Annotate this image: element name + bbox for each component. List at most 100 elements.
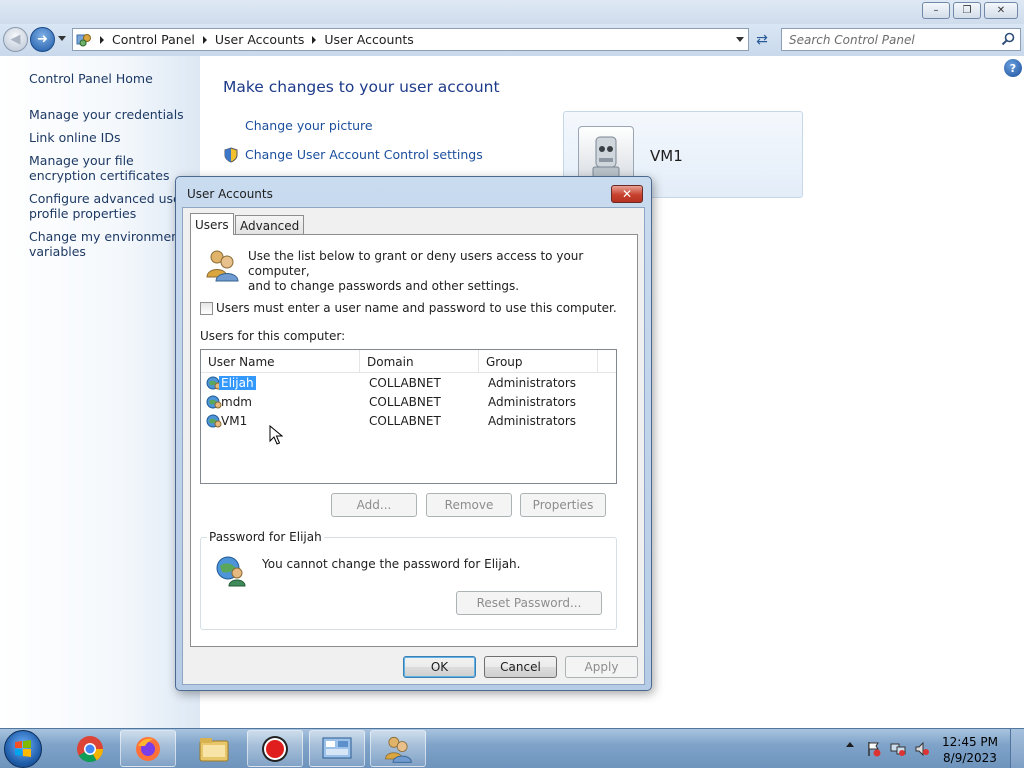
- search-icon[interactable]: [1001, 32, 1015, 46]
- intro-line-1: Use the list below to grant or deny user…: [248, 249, 584, 278]
- chrome-icon: [77, 735, 104, 762]
- taskbar-chrome[interactable]: [62, 730, 118, 767]
- users-list-header: User Name Domain Group: [201, 350, 616, 373]
- show-hidden-icons-icon[interactable]: [846, 742, 854, 747]
- address-bar[interactable]: Control Panel User Accounts User Account…: [72, 28, 749, 51]
- table-row[interactable]: VM1 COLLABNET Administrators: [203, 413, 598, 431]
- show-desktop-button[interactable]: [1010, 729, 1024, 768]
- cell-user-name: mdm: [221, 395, 252, 409]
- breadcrumb-separator-icon[interactable]: [202, 35, 207, 44]
- help-icon[interactable]: ?: [1004, 59, 1022, 77]
- robot-avatar-icon: [592, 136, 620, 178]
- clock-date: 8/9/2023: [943, 751, 997, 765]
- navigation-bar: ◀ ➜ Control Panel User Accounts User Acc…: [0, 24, 1024, 56]
- start-button[interactable]: [4, 730, 42, 768]
- taskbar-user-accounts[interactable]: [370, 730, 426, 767]
- remove-user-button[interactable]: Remove: [426, 493, 512, 517]
- sidebar-item-profile-properties[interactable]: Configure advanced user profile properti…: [29, 191, 189, 221]
- cell-group: Administrators: [488, 376, 577, 390]
- record-icon: [262, 735, 288, 762]
- column-domain[interactable]: Domain: [360, 350, 479, 373]
- breadcrumb-separator-icon[interactable]: [312, 35, 317, 44]
- system-clock[interactable]: 12:45 PM 8/9/2023: [942, 734, 998, 766]
- breadcrumb-user-accounts-current[interactable]: User Accounts: [324, 32, 413, 47]
- users-list-label: Users for this computer:: [200, 329, 346, 343]
- cell-user-name: Elijah: [219, 376, 256, 390]
- firefox-icon: [136, 736, 160, 761]
- uac-shield-icon: [224, 147, 238, 163]
- dialog-body: Users Advanced Use the list below to gra…: [182, 207, 645, 685]
- minimize-button[interactable]: –: [922, 2, 950, 19]
- sidebar-item-control-panel-home[interactable]: Control Panel Home: [29, 71, 189, 86]
- refresh-icon[interactable]: ⇄: [752, 30, 772, 50]
- dialog-title: User Accounts: [187, 187, 273, 201]
- explorer-icon: [199, 737, 229, 761]
- reset-password-button[interactable]: Reset Password...: [456, 591, 602, 615]
- cell-group: Administrators: [488, 414, 577, 428]
- domain-user-icon: [216, 556, 246, 587]
- avatar[interactable]: [578, 126, 634, 182]
- user-accounts-icon: [385, 736, 412, 763]
- window-controls: – ❐ ✕: [922, 2, 1018, 19]
- maximize-button[interactable]: ❐: [953, 2, 981, 19]
- search-input[interactable]: Search Control Panel: [781, 28, 1021, 51]
- dialog-close-button[interactable]: ✕: [611, 185, 643, 203]
- sidebar-item-manage-credentials[interactable]: Manage your credentials: [29, 107, 189, 122]
- taskbar-explorer[interactable]: [186, 730, 242, 767]
- require-password-label[interactable]: Users must enter a user name and passwor…: [216, 301, 617, 315]
- column-group[interactable]: Group: [479, 350, 598, 373]
- address-dropdown-icon[interactable]: [736, 37, 744, 42]
- cell-domain: COLLABNET: [369, 414, 441, 428]
- column-user-name[interactable]: User Name: [201, 350, 360, 373]
- tab-advanced[interactable]: Advanced: [235, 215, 305, 235]
- uac-settings-link[interactable]: Change User Account Control settings: [245, 147, 483, 162]
- volume-icon[interactable]: [914, 741, 930, 757]
- domain-user-icon: [206, 414, 222, 428]
- windows-logo-icon: [15, 740, 31, 757]
- clock-time: 12:45 PM: [942, 735, 998, 749]
- users-tab-panel: Use the list below to grant or deny user…: [190, 234, 638, 647]
- sidebar-item-environment-variables[interactable]: Change my environment variables: [29, 229, 189, 259]
- forward-button[interactable]: ➜: [30, 27, 55, 52]
- recent-pages-dropdown-icon[interactable]: [58, 36, 66, 41]
- require-password-checkbox[interactable]: [200, 302, 213, 315]
- taskbar: 12:45 PM 8/9/2023: [0, 728, 1024, 768]
- sidebar-item-link-online-ids[interactable]: Link online IDs: [29, 130, 189, 145]
- cancel-button[interactable]: Cancel: [484, 656, 557, 678]
- cell-user-name: VM1: [221, 414, 248, 428]
- table-row[interactable]: Elijah COLLABNET Administrators: [203, 375, 598, 393]
- close-button[interactable]: ✕: [984, 2, 1018, 19]
- taskbar-firefox[interactable]: [120, 730, 176, 767]
- window-titlebar: – ❐ ✕: [0, 0, 1024, 24]
- action-center-icon[interactable]: [866, 741, 882, 757]
- properties-button[interactable]: Properties: [520, 493, 606, 517]
- control-panel-icon: [322, 737, 352, 758]
- mouse-cursor-icon: [269, 425, 283, 445]
- tab-users[interactable]: Users: [190, 213, 234, 235]
- breadcrumb-separator-icon[interactable]: [100, 35, 104, 44]
- password-group-title: Password for Elijah: [207, 530, 324, 544]
- intro-line-2: and to change passwords and other settin…: [248, 279, 520, 293]
- add-user-button[interactable]: Add...: [331, 493, 417, 517]
- network-icon[interactable]: [890, 741, 906, 757]
- user-accounts-dialog: User Accounts ✕ Users Advanced Use the l…: [175, 176, 652, 691]
- account-name: VM1: [650, 147, 683, 165]
- taskbar-control-panel[interactable]: [309, 730, 365, 767]
- page-title: Make changes to your user account: [223, 78, 500, 96]
- taskbar-recorder[interactable]: [247, 730, 303, 767]
- search-placeholder: Search Control Panel: [789, 32, 915, 47]
- users-icon: [206, 250, 239, 282]
- breadcrumb-user-accounts[interactable]: User Accounts: [215, 32, 304, 47]
- sidebar-item-file-encryption[interactable]: Manage your file encryption certificates: [29, 153, 189, 183]
- back-button[interactable]: ◀: [3, 27, 28, 52]
- users-list[interactable]: User Name Domain Group Elijah COLLABNET …: [200, 349, 617, 484]
- password-group: Password for Elijah You cannot change th…: [200, 530, 617, 630]
- ok-button[interactable]: OK: [403, 656, 476, 678]
- breadcrumb-control-panel[interactable]: Control Panel: [112, 32, 195, 47]
- change-picture-link[interactable]: Change your picture: [245, 118, 373, 133]
- cell-group: Administrators: [488, 395, 577, 409]
- cell-domain: COLLABNET: [369, 395, 441, 409]
- cell-domain: COLLABNET: [369, 376, 441, 390]
- table-row[interactable]: mdm COLLABNET Administrators: [203, 394, 598, 412]
- apply-button[interactable]: Apply: [565, 656, 638, 678]
